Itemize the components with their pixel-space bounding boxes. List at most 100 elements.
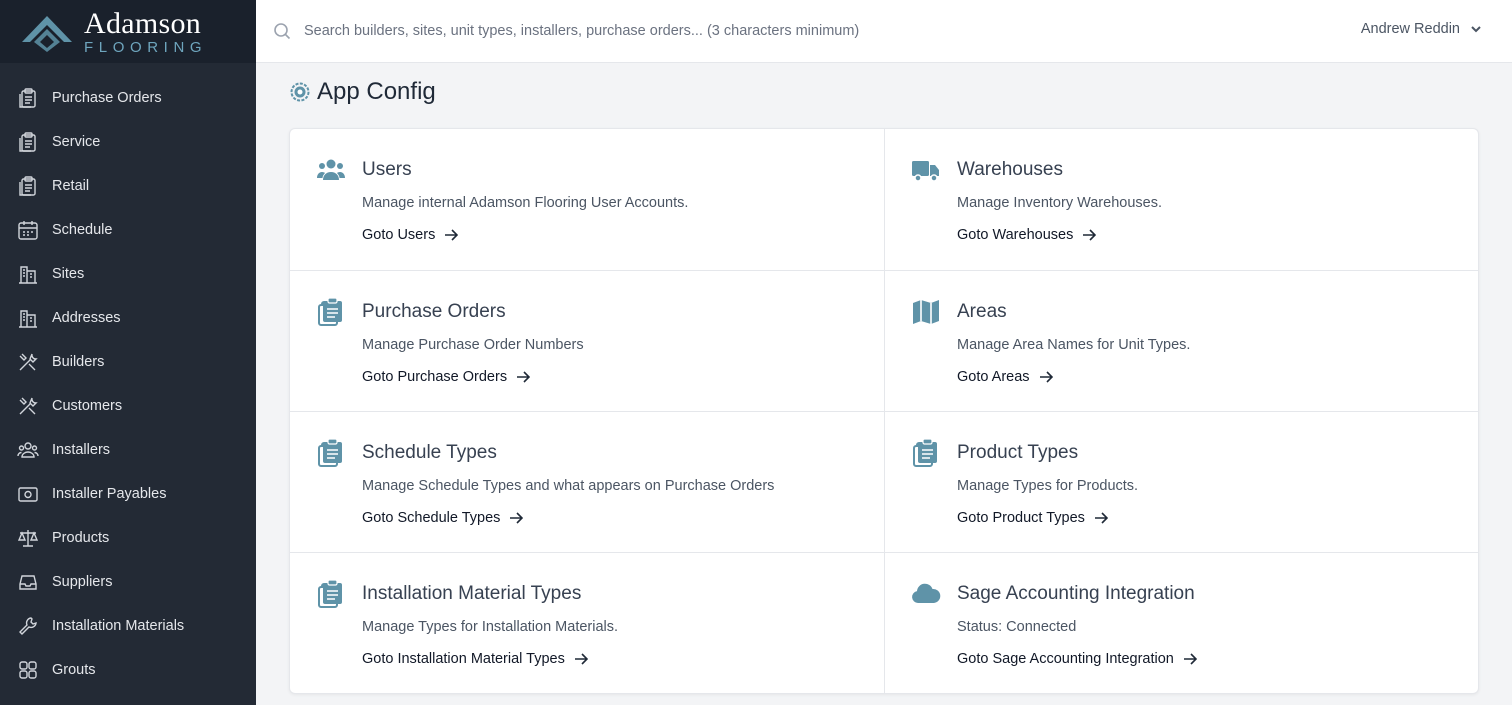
card-description: Manage Inventory Warehouses. [957, 195, 1162, 211]
buildings-icon [17, 307, 39, 329]
truck-icon [911, 155, 941, 185]
clipboard-icon [17, 175, 39, 197]
card-description: Manage Types for Installation Materials. [362, 619, 619, 635]
sidebar-item-installer-payables[interactable]: Installer Payables [0, 472, 256, 516]
scale-icon [17, 527, 39, 549]
goto-purchase-orders-link[interactable]: Goto Purchase Orders [362, 369, 531, 385]
sidebar-item-retail[interactable]: Retail [0, 164, 256, 208]
link-label: Goto Product Types [957, 510, 1085, 526]
clipboard-icon [911, 438, 941, 468]
link-label: Goto Areas [957, 369, 1030, 385]
search-icon [273, 22, 291, 40]
goto-areas-link[interactable]: Goto Areas [957, 369, 1053, 385]
sidebar-item-suppliers[interactable]: Suppliers [0, 560, 256, 604]
clipboard-icon [316, 297, 346, 327]
sidebar-item-label: Addresses [52, 310, 121, 326]
logo-mark-icon [22, 15, 72, 52]
card-installation-material-types: Installation Material Types Manage Types… [290, 553, 885, 693]
chevron-down-icon [1471, 26, 1481, 33]
clipboard-icon [316, 438, 346, 468]
sidebar-item-schedule[interactable]: Schedule [0, 208, 256, 252]
sidebar-item-grouts[interactable]: Grouts [0, 648, 256, 692]
arrow-right-icon [445, 229, 459, 241]
sidebar-item-products[interactable]: Products [0, 516, 256, 560]
wrench-icon [17, 615, 39, 637]
card-title: Installation Material Types [362, 583, 582, 604]
card-title: Users [362, 159, 412, 180]
users-icon [316, 155, 346, 185]
users-icon [17, 439, 39, 461]
brand-name: Adamson [84, 6, 202, 40]
card-description: Manage internal Adamson Flooring User Ac… [362, 195, 689, 211]
clipboard-icon [17, 131, 39, 153]
sidebar-item-addresses[interactable]: Addresses [0, 296, 256, 340]
sidebar-item-label: Schedule [52, 222, 113, 238]
page-title: App Config [290, 78, 436, 106]
sidebar-item-label: Installation Materials [52, 618, 185, 634]
link-label: Goto Schedule Types [362, 510, 501, 526]
brand-sub: FLOORING [84, 38, 208, 56]
link-label: Goto Installation Material Types [362, 651, 565, 667]
goto-warehouses-link[interactable]: Goto Warehouses [957, 227, 1097, 243]
card-areas: Areas Manage Area Names for Unit Types. … [885, 271, 1478, 412]
goto-users-link[interactable]: Goto Users [362, 227, 459, 243]
sidebar-item-builders[interactable]: Builders [0, 340, 256, 384]
sidebar-item-customers[interactable]: Customers [0, 384, 256, 428]
sidebar-item-purchase-orders[interactable]: Purchase Orders [0, 76, 256, 120]
user-menu[interactable]: Andrew Reddin [1361, 21, 1482, 37]
logo[interactable]: Adamson FLOORING [0, 0, 256, 63]
sidebar-item-installation-materials[interactable]: Installation Materials [0, 604, 256, 648]
sidebar-item-label: Installers [52, 442, 111, 458]
sidebar-item-label: Suppliers [52, 574, 113, 590]
link-label: Goto Purchase Orders [362, 369, 508, 385]
inbox-icon [17, 571, 39, 593]
sidebar-item-label: Products [52, 530, 110, 546]
card-users: Users Manage internal Adamson Flooring U… [290, 129, 885, 271]
goto-schedule-types-link[interactable]: Goto Schedule Types [362, 510, 524, 526]
arrow-right-icon [1094, 512, 1108, 524]
cloud-icon [911, 579, 941, 609]
gear-icon [290, 82, 310, 102]
clipboard-icon [17, 87, 39, 109]
card-sage-accounting: Sage Accounting Integration Status: Conn… [885, 553, 1478, 693]
tools-icon [17, 351, 39, 373]
arrow-right-icon [1183, 653, 1197, 665]
arrow-right-icon [574, 653, 588, 665]
link-label: Goto Users [362, 227, 436, 243]
card-schedule-types: Schedule Types Manage Schedule Types and… [290, 412, 885, 553]
goto-product-types-link[interactable]: Goto Product Types [957, 510, 1108, 526]
link-label: Goto Sage Accounting Integration [957, 651, 1174, 667]
arrow-right-icon [517, 371, 531, 383]
map-icon [911, 297, 941, 327]
card-title: Product Types [957, 442, 1079, 463]
buildings-icon [17, 263, 39, 285]
sidebar-item-service[interactable]: Service [0, 120, 256, 164]
tools-icon [17, 395, 39, 417]
card-title: Schedule Types [362, 442, 497, 463]
card-description: Manage Area Names for Unit Types. [957, 337, 1191, 353]
sidebar-item-installers[interactable]: Installers [0, 428, 256, 472]
card-purchase-orders: Purchase Orders Manage Purchase Order Nu… [290, 271, 885, 412]
card-title: Sage Accounting Integration [957, 583, 1195, 604]
card-warehouses: Warehouses Manage Inventory Warehouses. … [885, 129, 1478, 271]
goto-sage-accounting-link[interactable]: Goto Sage Accounting Integration [957, 651, 1197, 667]
arrow-right-icon [510, 512, 524, 524]
card-description: Manage Schedule Types and what appears o… [362, 478, 775, 494]
sidebar-item-label: Service [52, 134, 101, 150]
sidebar-nav: Purchase Orders Service Retail Schedule … [0, 63, 256, 692]
card-description: Manage Purchase Order Numbers [362, 337, 584, 353]
card-description: Manage Types for Products. [957, 478, 1139, 494]
card-product-types: Product Types Manage Types for Products.… [885, 412, 1478, 553]
sidebar-item-label: Purchase Orders [52, 90, 162, 106]
grid-icon [17, 659, 39, 681]
search-input[interactable] [304, 18, 1204, 44]
card-description: Status: Connected [957, 619, 1077, 635]
sidebar-item-label: Customers [52, 398, 123, 414]
clipboard-icon [316, 579, 346, 609]
user-name: Andrew Reddin [1360, 21, 1460, 37]
goto-installation-material-types-link[interactable]: Goto Installation Material Types [362, 651, 588, 667]
config-grid: Users Manage internal Adamson Flooring U… [289, 128, 1479, 694]
money-icon [17, 483, 39, 505]
top-bar: Andrew Reddin [256, 0, 1512, 63]
sidebar-item-sites[interactable]: Sites [0, 252, 256, 296]
